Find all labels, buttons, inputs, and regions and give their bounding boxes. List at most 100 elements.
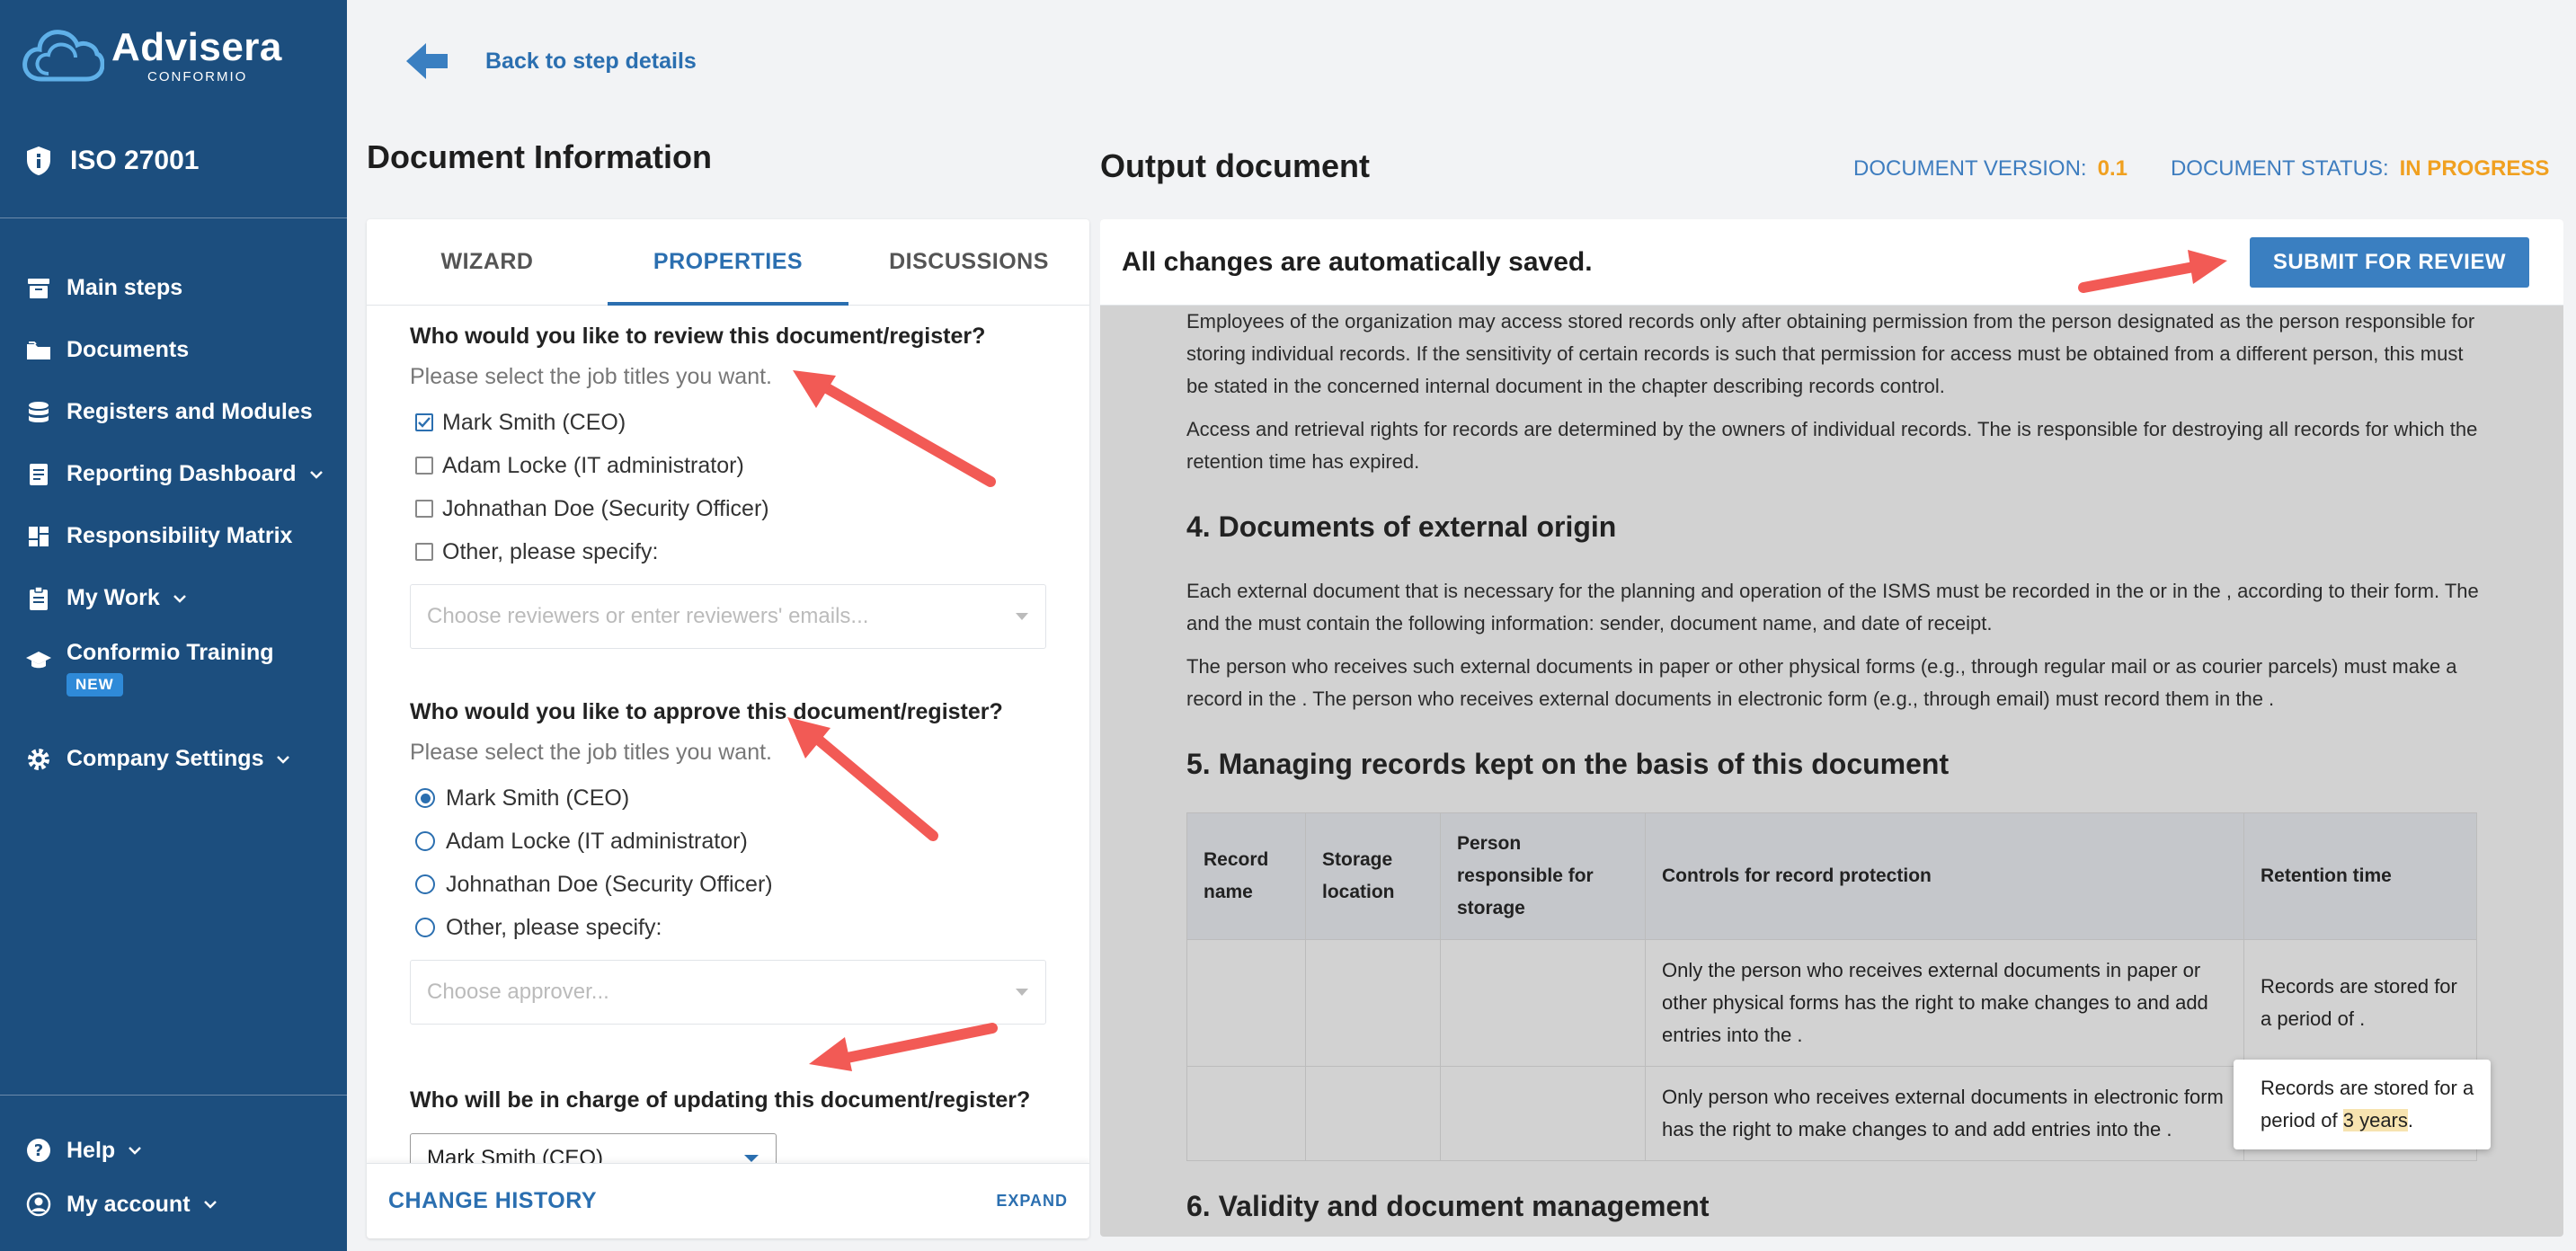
brand-sub: CONFORMIO	[147, 68, 248, 84]
radio[interactable]	[415, 831, 435, 851]
change-history-link[interactable]: CHANGE HISTORY	[388, 1188, 597, 1214]
output-toolbar: All changes are automatically saved. SUB…	[1100, 219, 2563, 306]
caret-down-icon	[1016, 613, 1028, 620]
sidebar-item-registers[interactable]: Registers and Modules	[25, 381, 325, 443]
retention-popup[interactable]: Records are stored for a period of 3 yea…	[2234, 1060, 2491, 1149]
doc-paragraph: Access and retrieval rights for records …	[1186, 418, 2478, 473]
approver-options: Mark Smith (CEO) Adam Locke (IT administ…	[410, 776, 1046, 949]
doc-version-label: DOCUMENT VERSION:	[1853, 156, 2087, 181]
submit-for-review-button[interactable]: SUBMIT FOR REVIEW	[2249, 236, 2529, 288]
tab-discussions[interactable]: DISCUSSIONS	[848, 219, 1089, 305]
approver-option-label: Mark Smith (CEO)	[446, 785, 630, 811]
sidebar-item-main-steps[interactable]: Main steps	[25, 257, 325, 319]
back-link[interactable]: Back to step details	[406, 41, 697, 81]
sidebar-item-label: My Work	[67, 585, 160, 610]
arrow-left-icon	[406, 43, 448, 79]
clipboard-icon	[30, 585, 48, 610]
doc-version-value: 0.1	[2097, 156, 2127, 181]
sidebar-divider	[0, 217, 347, 218]
annotation-arrow	[787, 717, 938, 841]
table-cell: Records are stored for a period of 3 yea…	[2234, 1060, 2491, 1161]
checkbox[interactable]	[415, 543, 433, 561]
reviewer-option[interactable]: Other, please specify:	[410, 530, 1046, 573]
sidebar-bottom-nav: ? Help My account	[25, 1123, 219, 1231]
sidebar-item-label: Reporting Dashboard	[67, 461, 297, 486]
grid-icon	[29, 526, 49, 546]
caret-down-icon	[1016, 989, 1028, 996]
folder-icon	[27, 341, 50, 359]
approver-option-label: Johnathan Doe (Security Officer)	[446, 871, 773, 897]
gear-icon	[28, 748, 49, 770]
table-header: Retention time	[2243, 812, 2477, 940]
caret-down-icon	[744, 1155, 759, 1162]
new-badge: NEW	[67, 673, 123, 696]
approver-option[interactable]: Johnathan Doe (Security Officer)	[410, 863, 1046, 906]
annotation-arrow	[809, 1023, 998, 1071]
tab-properties[interactable]: PROPERTIES	[608, 219, 848, 306]
back-link-label: Back to step details	[485, 48, 697, 74]
approver-option[interactable]: Adam Locke (IT administrator)	[410, 820, 1046, 863]
chevron-down-icon	[173, 594, 186, 603]
retention-highlight[interactable]: 3 years	[2342, 1109, 2408, 1131]
table-header-row: Record name Storage location Person resp…	[1186, 812, 2477, 940]
table-cell	[1440, 1066, 1646, 1161]
sidebar-item-my-account[interactable]: My account	[25, 1177, 219, 1231]
reviewer-option-label: Mark Smith (CEO)	[442, 409, 626, 435]
table-cell	[1440, 939, 1646, 1067]
autosave-message: All changes are automatically saved.	[1122, 246, 1593, 277]
document-meta: DOCUMENT VERSION: 0.1 DOCUMENT STATUS: IN …	[1853, 156, 2549, 182]
table-header: Record name	[1186, 812, 1306, 940]
radio[interactable]	[415, 874, 435, 894]
standard-selector[interactable]: ISO 27001	[25, 146, 199, 176]
sidebar-item-label: Company Settings	[67, 746, 264, 771]
retention-text-end: .	[2407, 1109, 2414, 1131]
report-icon	[30, 463, 48, 485]
sidebar-divider	[0, 1095, 347, 1096]
radio-checked[interactable]	[415, 788, 435, 808]
table-cell	[1186, 939, 1306, 1067]
approver-option[interactable]: Mark Smith (CEO)	[410, 776, 1046, 820]
checkmark-icon	[418, 417, 431, 428]
standard-name: ISO 27001	[70, 146, 200, 175]
doc-heading: 6. Validity and document management	[1186, 1190, 1710, 1222]
user-circle-icon	[26, 1192, 51, 1217]
radio[interactable]	[415, 918, 435, 937]
table-row: Only the person who receives external do…	[1186, 939, 2477, 1067]
tab-wizard[interactable]: WIZARD	[367, 219, 608, 305]
reviewers-select-placeholder: Choose reviewers or enter reviewers' ema…	[427, 604, 869, 628]
checkbox[interactable]	[415, 457, 433, 475]
approve-hint: Please select the job titles you want.	[410, 740, 773, 765]
records-table: Record name Storage location Person resp…	[1186, 812, 2491, 1161]
sidebar-item-label: Main steps	[67, 275, 183, 300]
sidebar-item-responsibility-matrix[interactable]: Responsibility Matrix	[25, 505, 325, 567]
table-cell: Only the person who receives external do…	[1645, 939, 2244, 1067]
doc-status-label: DOCUMENT STATUS:	[2170, 156, 2389, 181]
approver-option[interactable]: Other, please specify:	[410, 906, 1046, 949]
table-cell: Records are stored for a period of .	[2243, 939, 2477, 1067]
reviewer-option-label: Adam Locke (IT administrator)	[442, 452, 744, 478]
sidebar-item-company-settings[interactable]: Company Settings	[25, 728, 325, 790]
table-cell: Only person who receives external docume…	[1645, 1066, 2244, 1161]
sidebar-item-documents[interactable]: Documents	[25, 319, 325, 381]
sidebar-item-label: Help	[67, 1137, 116, 1163]
reviewer-option-label: Other, please specify:	[442, 538, 659, 564]
checkbox-checked[interactable]	[415, 413, 433, 431]
sidebar-item-my-work[interactable]: My Work	[25, 567, 325, 629]
doc-paragraph: The person who receives such external do…	[1186, 655, 2457, 710]
sidebar-item-label: Responsibility Matrix	[67, 523, 293, 548]
box-icon	[28, 278, 49, 298]
table-cell	[1186, 1066, 1306, 1161]
sidebar-item-help[interactable]: ? Help	[25, 1123, 219, 1177]
advisera-logo[interactable]: Advisera CONFORMIO	[22, 23, 282, 88]
graduation-cap-icon	[26, 652, 51, 669]
chevron-down-icon	[309, 470, 323, 479]
table-header: Person responsible for storage	[1440, 812, 1646, 940]
expand-link[interactable]: EXPAND	[996, 1192, 1068, 1211]
checkbox[interactable]	[415, 500, 433, 518]
sidebar-item-reporting-dashboard[interactable]: Reporting Dashboard	[25, 443, 325, 505]
reviewers-select[interactable]: Choose reviewers or enter reviewers' ema…	[410, 584, 1046, 649]
table-cell	[1305, 1066, 1441, 1161]
sidebar-item-training[interactable]: Conformio Training NEW	[25, 629, 325, 728]
table-row: Only person who receives external docume…	[1186, 1060, 2491, 1161]
change-history-bar: CHANGE HISTORY EXPAND	[367, 1163, 1089, 1238]
